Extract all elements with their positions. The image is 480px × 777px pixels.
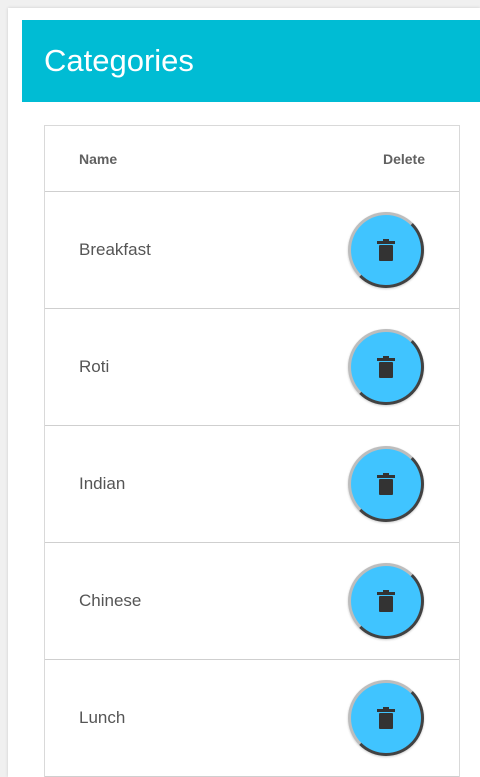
- column-header-name: Name: [79, 150, 118, 167]
- delete-button[interactable]: [348, 680, 424, 756]
- category-name: Chinese: [79, 591, 142, 610]
- table-header: Name Delete: [45, 126, 459, 192]
- trash-icon: [377, 707, 395, 729]
- trash-icon: [377, 590, 395, 612]
- trash-icon: [377, 356, 395, 378]
- table-row: Lunch: [45, 660, 459, 777]
- category-name: Breakfast: [79, 240, 151, 259]
- table-row: Indian: [45, 426, 459, 543]
- category-name: Roti: [79, 357, 110, 376]
- category-name: Indian: [79, 474, 126, 493]
- delete-button[interactable]: [348, 446, 424, 522]
- table-row: Chinese: [45, 543, 459, 660]
- page-header: Categories: [22, 20, 480, 102]
- delete-button[interactable]: [348, 212, 424, 288]
- trash-icon: [377, 239, 395, 261]
- category-name: Lunch: [79, 708, 126, 727]
- table-row: Breakfast: [45, 192, 459, 309]
- column-header-delete: Delete: [382, 150, 425, 167]
- table-row: Roti: [45, 309, 459, 426]
- categories-table: Name Delete Breakfast Roti Indian Chines…: [44, 125, 460, 777]
- delete-button[interactable]: [348, 329, 424, 405]
- trash-icon: [377, 473, 395, 495]
- page-title: Categories: [44, 43, 194, 78]
- delete-button[interactable]: [348, 563, 424, 639]
